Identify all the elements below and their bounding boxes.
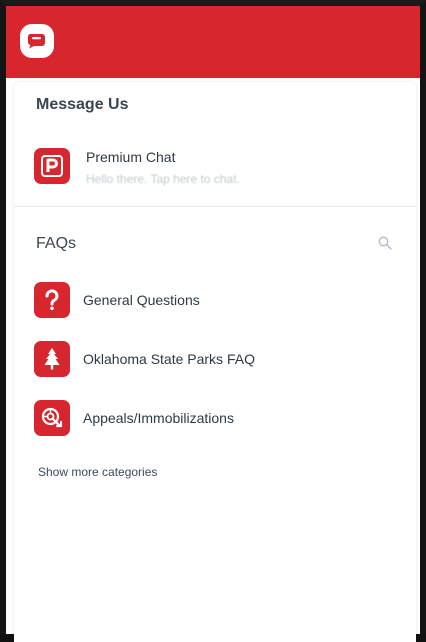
section-divider bbox=[14, 206, 416, 207]
faq-category-label: Oklahoma State Parks FAQ bbox=[83, 351, 255, 367]
premium-p-icon bbox=[34, 148, 70, 184]
brand-logo-icon bbox=[20, 24, 54, 58]
tree-icon bbox=[34, 341, 70, 377]
message-us-heading: Message Us bbox=[36, 96, 129, 113]
faq-category-oklahoma-state-parks[interactable]: Oklahoma State Parks FAQ bbox=[34, 341, 255, 377]
faqs-heading: FAQs bbox=[36, 235, 77, 252]
search-icon[interactable] bbox=[378, 236, 392, 255]
faq-category-appeals-immobilizations[interactable]: Appeals/Immobilizations bbox=[34, 400, 234, 436]
show-more-categories-link[interactable]: Show more categories bbox=[38, 465, 157, 479]
premium-chat-label: Premium Chat bbox=[86, 149, 176, 165]
help-panel: Message Us Premium Chat Hello there. Tap… bbox=[14, 82, 416, 642]
question-icon bbox=[34, 282, 70, 318]
faq-category-label: General Questions bbox=[83, 292, 200, 308]
faq-category-general-questions[interactable]: General Questions bbox=[34, 282, 200, 318]
widget-header bbox=[6, 6, 420, 78]
premium-chat-subtitle: Hello there. Tap here to chat. bbox=[86, 172, 240, 186]
widget-frame: Message Us Premium Chat Hello there. Tap… bbox=[0, 0, 426, 642]
wheel-boot-icon bbox=[34, 400, 70, 436]
faq-category-label: Appeals/Immobilizations bbox=[83, 410, 234, 426]
premium-chat-item[interactable]: Premium Chat Hello there. Tap here to ch… bbox=[34, 148, 240, 186]
